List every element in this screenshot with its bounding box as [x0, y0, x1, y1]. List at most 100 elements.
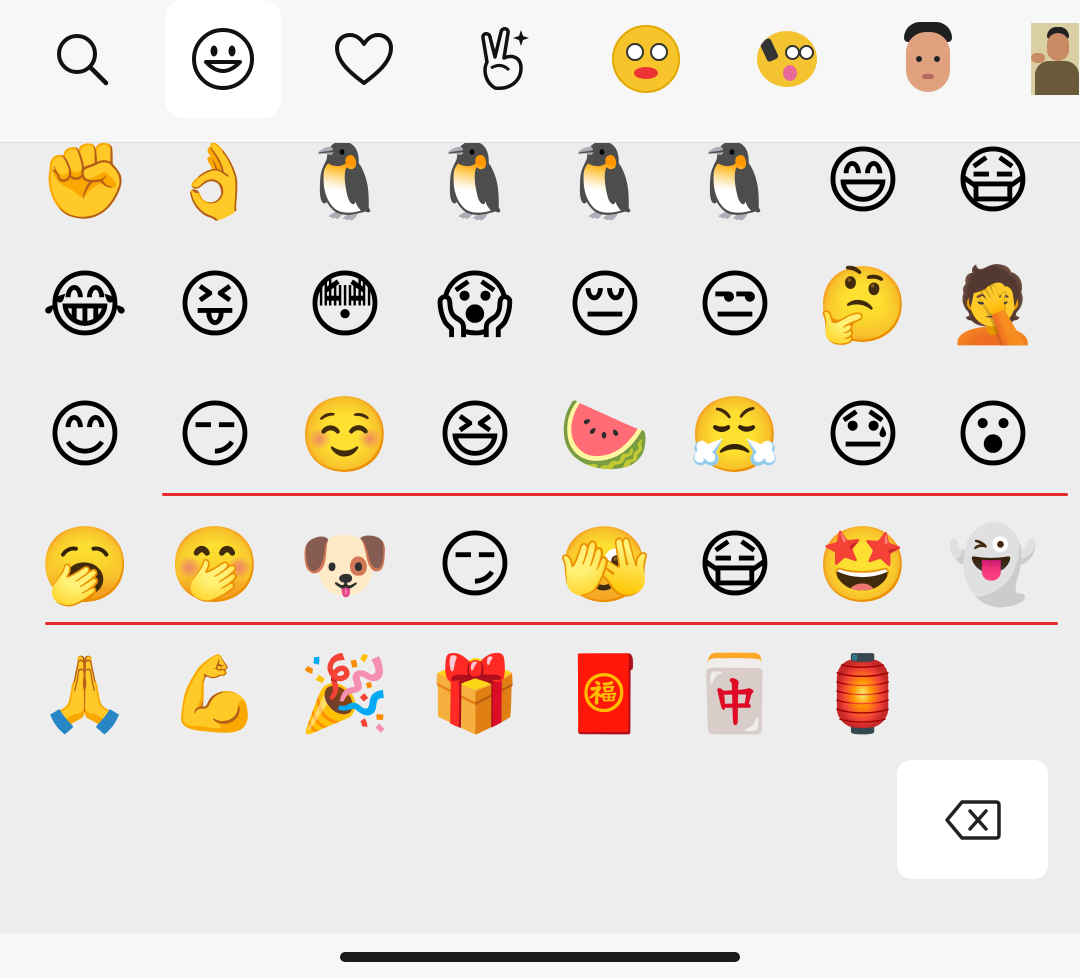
emoji-glyph: 🤭	[168, 522, 262, 608]
emoji-key[interactable]: 😓	[799, 371, 927, 499]
emoji-glyph: 😳	[306, 262, 384, 348]
emoji-glyph: 🎁	[428, 651, 522, 737]
emoji-key[interactable]: 🤔	[799, 241, 927, 369]
emoji-glyph: 🧧	[558, 651, 652, 737]
emoji-glyph: ✊	[38, 143, 132, 224]
emoji-key[interactable]: 😳	[281, 241, 409, 369]
emoji-glyph: 🐧	[558, 143, 652, 224]
emoji-glyph: 😊	[46, 392, 124, 478]
emoji-glyph: 🐧	[428, 143, 522, 224]
emoji-key[interactable]: 🐧	[281, 143, 409, 245]
emoji-key[interactable]: 🤩	[799, 501, 927, 629]
emoji-key[interactable]: 🫣	[541, 501, 669, 629]
emoji-glyph: 😓	[824, 392, 902, 478]
emoji-key[interactable]: 🐧	[411, 143, 539, 245]
emoji-glyph: 🫣	[558, 522, 652, 608]
emoji-glyph: 🐧	[688, 143, 782, 224]
emoji-key[interactable]: ☺️	[281, 371, 409, 499]
sticker-pack-4-tab[interactable]	[1011, 0, 1080, 118]
emoji-glyph: 🤔	[816, 262, 910, 348]
home-indicator[interactable]	[340, 952, 740, 962]
man-photo-sticker-icon	[1031, 23, 1079, 95]
emoji-key[interactable]: 😷	[929, 143, 1057, 245]
emoji-key[interactable]: 🐶	[281, 501, 409, 629]
emoji-glyph: 🤦	[946, 262, 1040, 348]
emoji-key[interactable]: 🧧	[541, 630, 669, 758]
emoji-key[interactable]: 🍉	[541, 371, 669, 499]
emoji-key[interactable]: 🥱	[21, 501, 149, 629]
phone-face-sticker-icon	[757, 31, 817, 87]
emoji-key[interactable]: 🐧	[541, 143, 669, 245]
emoji-key[interactable]: 😮	[929, 371, 1057, 499]
smiley-icon	[192, 28, 254, 90]
emoji-key[interactable]: 😄	[799, 143, 927, 245]
emoji-key[interactable]: 👻	[929, 501, 1057, 629]
delete-button[interactable]	[897, 760, 1048, 879]
emoji-glyph: 😏	[176, 392, 254, 478]
emoji-glyph: 😷	[696, 522, 774, 608]
emoji-glyph: 👻	[946, 522, 1040, 608]
search-icon	[57, 34, 109, 86]
emoji-key[interactable]: 💪	[151, 630, 279, 758]
emoji-key[interactable]: 😒	[671, 241, 799, 369]
emoji-key[interactable]: 😱	[411, 241, 539, 369]
emoji-glyph: 😂	[41, 262, 129, 348]
emoji-key[interactable]: 😂	[21, 241, 149, 369]
emoji-glyph: 🀄	[688, 651, 782, 737]
emoji-glyph: 🐶	[298, 522, 392, 608]
victory-hand-icon	[481, 27, 529, 90]
emoji-glyph: 😄	[824, 143, 902, 224]
highlight-underline	[45, 622, 1058, 625]
emoji-glyph: 😤	[688, 392, 782, 478]
emoji-key[interactable]: 😝	[151, 241, 279, 369]
emoji-glyph: 😝	[176, 262, 254, 348]
emoji-key[interactable]: 🀄	[671, 630, 799, 758]
sticker-tab-bar	[0, 0, 1080, 143]
emoji-glyph: 😷	[954, 143, 1032, 224]
emoji-glyph: 😮	[954, 392, 1032, 478]
emoji-glyph: 🤩	[816, 522, 910, 608]
emoji-glyph: 🍉	[558, 392, 652, 478]
emoji-key[interactable]: 😏	[411, 501, 539, 629]
emoji-key[interactable]: 🤭	[151, 501, 279, 629]
yellow-face-sticker-icon	[612, 25, 680, 93]
sticker-pack-2-tab[interactable]	[729, 0, 845, 118]
emoji-glyph: 😱	[436, 262, 514, 348]
emoji-glyph: 🎉	[298, 651, 392, 737]
search-tab[interactable]	[24, 0, 140, 118]
emoji-key[interactable]: 🏮	[799, 630, 927, 758]
emoji-key[interactable]: 🤦	[929, 241, 1057, 369]
sticker-pack-3-tab[interactable]	[870, 0, 986, 118]
heart-icon	[335, 33, 393, 85]
sticker-pack-1-tab[interactable]	[588, 0, 704, 118]
emoji-glyph: 🙏	[38, 651, 132, 737]
gesture-tab[interactable]	[447, 0, 563, 118]
emoji-glyph: 👌	[168, 143, 262, 224]
emoji-key[interactable]: 😤	[671, 371, 799, 499]
emoji-key[interactable]: 😔	[541, 241, 669, 369]
emoji-key[interactable]: 😏	[151, 371, 279, 499]
emoji-glyph: 😏	[436, 522, 514, 608]
emoji-glyph: ☺️	[298, 392, 392, 478]
man-photo-sticker-icon	[900, 22, 956, 96]
backspace-icon	[944, 799, 1001, 840]
highlight-underline	[162, 493, 1068, 496]
emoji-tab[interactable]	[165, 0, 281, 118]
emoji-glyph: 😔	[566, 262, 644, 348]
emoji-key[interactable]: 🐧	[671, 143, 799, 245]
emoji-key[interactable]: 🎁	[411, 630, 539, 758]
emoji-key[interactable]: 😆	[411, 371, 539, 499]
favorites-tab[interactable]	[306, 0, 422, 118]
emoji-key[interactable]: 👌	[151, 143, 279, 245]
emoji-key[interactable]: 😷	[671, 501, 799, 629]
emoji-glyph: 🥱	[38, 522, 132, 608]
emoji-glyph: 😆	[436, 392, 514, 478]
emoji-key[interactable]: 🎉	[281, 630, 409, 758]
emoji-glyph: 😒	[696, 262, 774, 348]
emoji-glyph: 💪	[168, 651, 262, 737]
emoji-key[interactable]: 😊	[21, 371, 149, 499]
emoji-key[interactable]: ✊	[21, 143, 149, 245]
emoji-glyph: 🐧	[298, 143, 392, 224]
emoji-glyph: 🏮	[816, 651, 910, 737]
emoji-key[interactable]: 🙏	[21, 630, 149, 758]
